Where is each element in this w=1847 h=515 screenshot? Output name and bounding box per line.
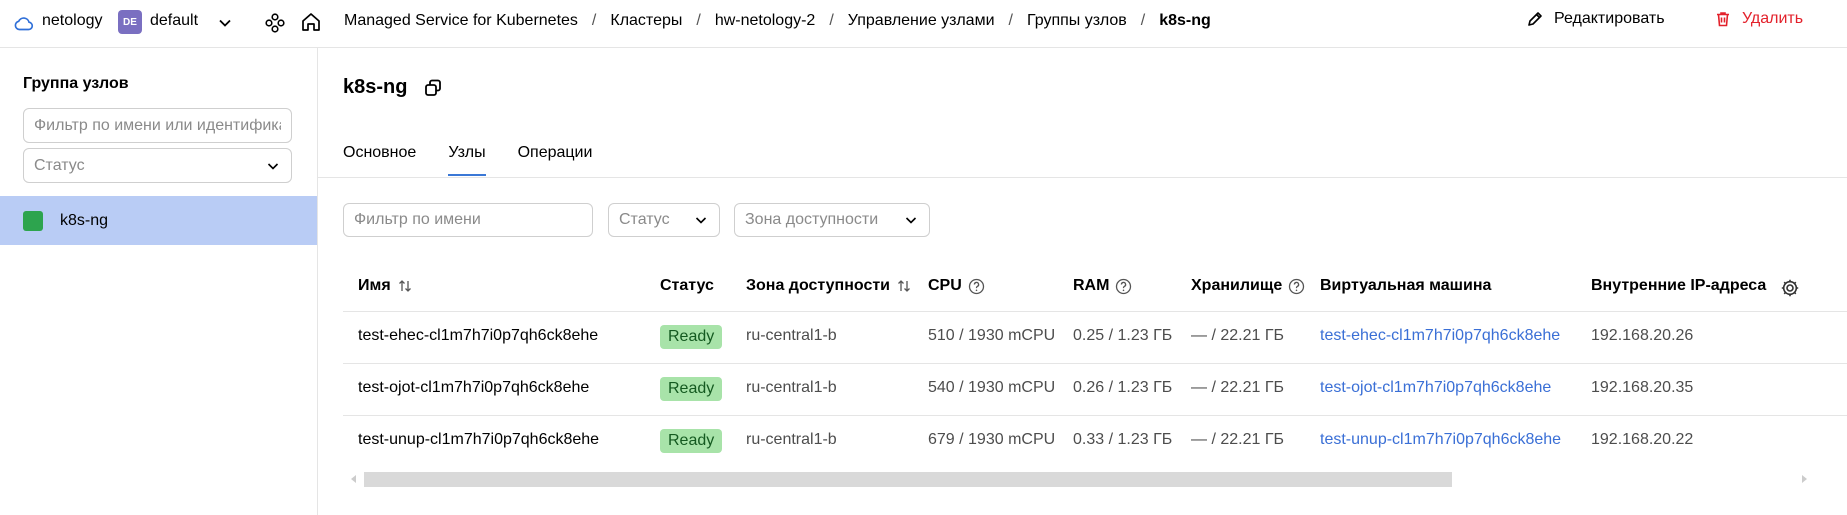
breadcrumb-item[interactable]: Группы узлов — [1027, 12, 1127, 30]
scrollbar-thumb[interactable] — [364, 472, 1452, 487]
column-header-name[interactable]: Имя — [358, 277, 413, 295]
node-zone: ru-central1-b — [746, 379, 837, 396]
column-header-ram: RAM — [1073, 277, 1132, 295]
folder-badge: DE — [118, 10, 142, 34]
sidebar-item-label: k8s-ng — [60, 211, 109, 229]
copy-icon[interactable] — [423, 78, 443, 98]
column-header-cpu: CPU — [928, 277, 985, 295]
cloud-name[interactable]: netology — [42, 12, 103, 30]
sidebar-status-value: Статус — [34, 156, 85, 174]
zone-select[interactable]: Зона доступности — [734, 203, 930, 237]
sidebar-item-k8s-ng[interactable]: k8s-ng — [0, 196, 317, 245]
node-name: test-unup-cl1m7h7i0p7qh6ck8ehe — [358, 431, 600, 448]
chevron-down-icon — [905, 217, 917, 224]
name-filter-input[interactable] — [343, 203, 593, 237]
chevron-down-icon — [695, 217, 707, 224]
node-ip: 192.168.20.22 — [1591, 431, 1694, 448]
help-icon[interactable] — [1288, 278, 1305, 295]
table-header: Имя Статус Зона доступности CPU RAM Хран… — [343, 266, 1847, 312]
column-header-zone[interactable]: Зона доступности — [746, 277, 912, 295]
column-header-storage: Хранилище — [1191, 277, 1305, 295]
tab-nodes[interactable]: Узлы — [448, 144, 486, 176]
node-ram: 0.26 / 1.23 ГБ — [1073, 379, 1173, 396]
vm-link[interactable]: test-ehec-cl1m7h7i0p7qh6ck8ehe — [1320, 327, 1560, 345]
status-badge: Ready — [660, 325, 723, 349]
node-group-sidebar: Группа узлов Статус k8s-ng — [0, 48, 318, 515]
column-header-vm: Виртуальная машина — [1320, 277, 1492, 294]
delete-button-label: Удалить — [1742, 10, 1804, 27]
sidebar-title: Группа узлов — [23, 75, 129, 92]
scroll-left-icon[interactable] — [350, 475, 358, 483]
breadcrumb-item[interactable]: Управление узлами — [848, 12, 995, 30]
scroll-right-icon[interactable] — [1800, 475, 1808, 483]
chevron-down-icon[interactable] — [216, 14, 234, 32]
node-zone: ru-central1-b — [746, 327, 837, 344]
breadcrumb-item[interactable]: Managed Service for Kubernetes — [344, 12, 578, 30]
node-name: test-ehec-cl1m7h7i0p7qh6ck8ehe — [358, 327, 599, 344]
status-select-value: Статус — [619, 211, 670, 228]
breadcrumb-item[interactable]: Кластеры — [610, 12, 682, 30]
node-ip: 192.168.20.26 — [1591, 327, 1694, 344]
node-cpu: 679 / 1930 mCPU — [928, 431, 1056, 448]
tab-operations[interactable]: Операции — [518, 144, 593, 176]
sort-icon — [398, 280, 411, 292]
node-ram: 0.33 / 1.23 ГБ — [1073, 431, 1173, 448]
horizontal-scrollbar[interactable] — [350, 471, 1810, 489]
folder-name[interactable]: default — [150, 12, 198, 30]
node-zone: ru-central1-b — [746, 431, 837, 448]
table-row[interactable]: test-ehec-cl1m7h7i0p7qh6ck8ehe Ready ru-… — [343, 312, 1847, 364]
vm-link[interactable]: test-ojot-cl1m7h7i0p7qh6ck8ehe — [1320, 379, 1551, 397]
sort-icon — [898, 280, 910, 292]
page-title: k8s-ng — [343, 76, 408, 98]
status-indicator — [23, 210, 43, 231]
tab-overview[interactable]: Основное — [343, 144, 416, 176]
services-icon[interactable] — [264, 12, 286, 34]
pencil-icon — [1528, 12, 1542, 26]
sidebar-status-select[interactable]: Статус — [23, 148, 292, 183]
node-ip: 192.168.20.35 — [1591, 379, 1694, 396]
tabs-divider — [318, 177, 1847, 178]
status-badge: Ready — [660, 377, 723, 401]
breadcrumb-item[interactable]: hw-netology-2 — [715, 12, 816, 30]
breadcrumb-current: k8s-ng — [1159, 12, 1211, 29]
status-badge: Ready — [660, 429, 723, 453]
trash-icon — [1717, 12, 1729, 27]
tabs: Основное Узлы Операции — [343, 144, 592, 176]
table-row[interactable]: test-unup-cl1m7h7i0p7qh6ck8ehe Ready ru-… — [343, 416, 1847, 468]
edit-button[interactable]: Редактировать — [1526, 10, 1665, 28]
sidebar-filter-input[interactable] — [23, 108, 292, 143]
node-ram: 0.25 / 1.23 ГБ — [1073, 327, 1173, 344]
gear-icon[interactable] — [1780, 278, 1800, 298]
node-name: test-ojot-cl1m7h7i0p7qh6ck8ehe — [358, 379, 590, 396]
column-header-status: Статус — [660, 277, 714, 294]
node-storage: — / 22.21 ГБ — [1191, 379, 1284, 396]
node-storage: — / 22.21 ГБ — [1191, 327, 1284, 344]
column-header-ip: Внутренние IP-адреса — [1591, 277, 1767, 294]
table-row[interactable]: test-ojot-cl1m7h7i0p7qh6ck8ehe Ready ru-… — [343, 364, 1847, 416]
status-select[interactable]: Статус — [608, 203, 720, 237]
vm-link[interactable]: test-unup-cl1m7h7i0p7qh6ck8ehe — [1320, 431, 1561, 449]
zone-select-value: Зона доступности — [745, 211, 879, 228]
chevron-down-icon — [267, 162, 279, 170]
help-icon[interactable] — [968, 278, 985, 295]
node-cpu: 510 / 1930 mCPU — [928, 327, 1056, 344]
help-icon[interactable] — [1115, 278, 1132, 295]
top-bar: netology DE default Managed Service for … — [0, 0, 1847, 48]
node-storage: — / 22.21 ГБ — [1191, 431, 1284, 448]
breadcrumb: Managed Service for Kubernetes / Кластер… — [344, 12, 1211, 30]
edit-button-label: Редактировать — [1554, 10, 1665, 27]
cloud-icon — [14, 17, 34, 31]
home-icon[interactable] — [300, 11, 322, 33]
node-cpu: 540 / 1930 mCPU — [928, 379, 1056, 396]
delete-button[interactable]: Удалить — [1714, 10, 1803, 28]
